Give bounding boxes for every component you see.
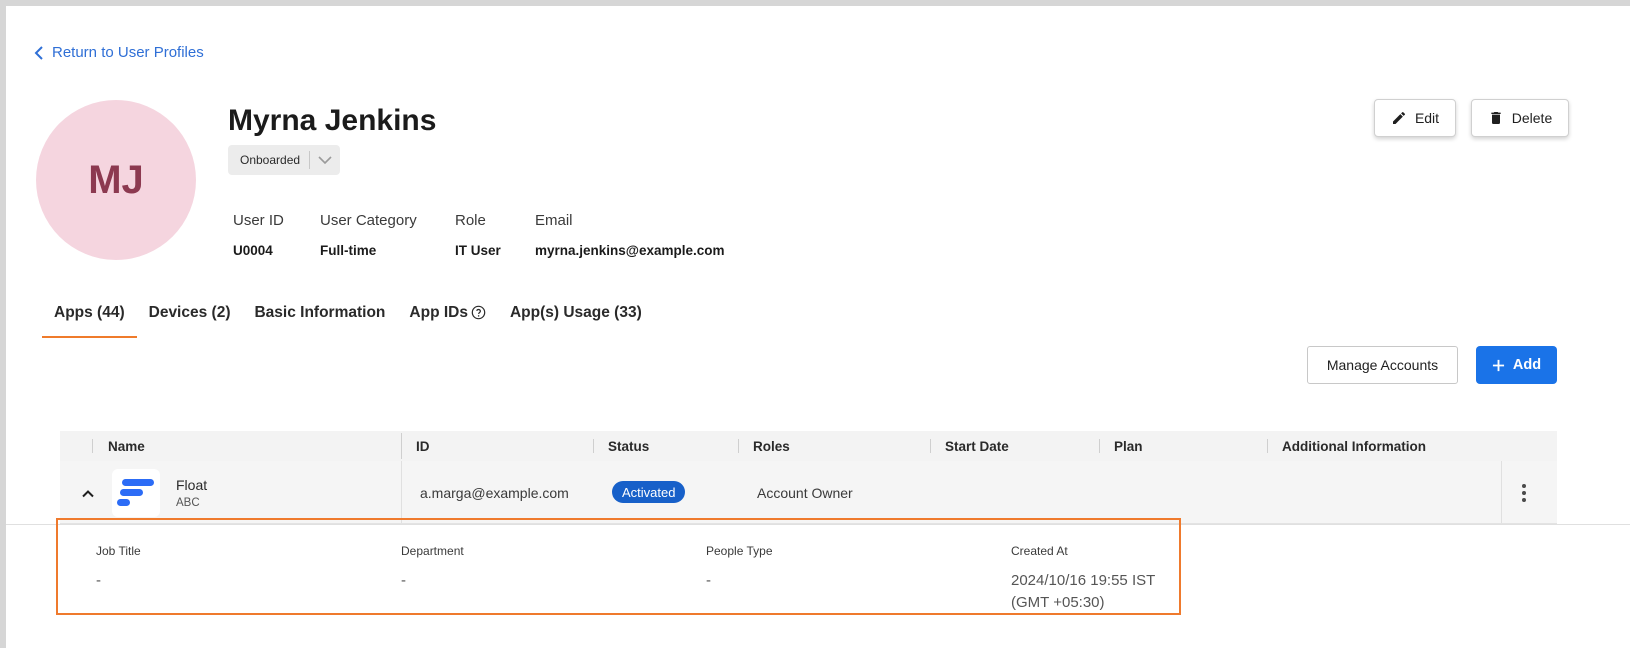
edit-button[interactable]: Edit (1374, 99, 1456, 137)
user-category-label: User Category (320, 212, 417, 229)
plus-icon (1492, 359, 1504, 371)
created-at-timezone: (GMT +05:30) (1011, 594, 1105, 611)
status-badge-label: Activated (622, 484, 676, 500)
add-button-label: Add (1512, 357, 1542, 373)
user-id-value: U0004 (233, 243, 273, 258)
row-column-divider (401, 461, 402, 523)
department-value: - (401, 572, 406, 589)
column-separator (1099, 439, 1100, 453)
tab-basic-information[interactable]: Basic Information (242, 294, 397, 338)
status-dropdown-value: Onboarded (240, 153, 301, 167)
more-vertical-icon (1522, 484, 1526, 502)
department-label: Department (401, 544, 464, 558)
column-header-name[interactable]: Name (108, 431, 145, 461)
column-separator (401, 433, 402, 459)
role-value: IT User (455, 243, 501, 258)
manage-accounts-button[interactable]: Manage Accounts (1307, 346, 1458, 384)
tab-app-usage[interactable]: App(s) Usage (33) (498, 294, 654, 338)
created-at-datetime: 2024/10/16 19:55 IST (1011, 572, 1156, 589)
tab-label: Basic Information (254, 304, 386, 321)
column-separator (930, 439, 931, 453)
avatar: MJ (36, 100, 196, 260)
user-id-label: User ID (233, 212, 284, 229)
app-logo (112, 469, 160, 517)
email-label: Email (535, 212, 573, 229)
column-separator (593, 439, 594, 453)
column-separator (738, 439, 739, 453)
tab-app-ids[interactable]: App IDs (397, 294, 498, 338)
column-header-id[interactable]: ID (416, 431, 430, 461)
created-at-label: Created At (1011, 544, 1068, 558)
status-badge: Activated (612, 481, 686, 503)
pencil-icon (1392, 111, 1405, 124)
table-header: Name ID Status Roles Start Date Plan Add… (60, 431, 1557, 461)
people-type-label: People Type (706, 544, 773, 558)
chevron-up-icon (82, 489, 94, 497)
trash-icon (1491, 112, 1501, 124)
tab-devices[interactable]: Devices (2) (137, 294, 243, 338)
job-title-label: Job Title (96, 544, 141, 558)
email-value: myrna.jenkins@example.com (535, 243, 725, 258)
column-header-status[interactable]: Status (608, 431, 649, 461)
status-dropdown[interactable]: Onboarded (228, 145, 340, 175)
back-link-label: Return to User Profiles (52, 44, 204, 61)
row-column-divider (1501, 461, 1502, 523)
tab-apps[interactable]: Apps (44) (42, 294, 137, 338)
created-at-value: 2024/10/16 19:55 IST (GMT +05:30) (1011, 570, 1155, 614)
column-header-plan[interactable]: Plan (1114, 431, 1143, 461)
row-actions-button[interactable] (1512, 479, 1536, 507)
role-label: Role (455, 212, 486, 229)
app-window: Return to User Profiles MJ Myrna Jenkins… (6, 6, 1630, 648)
back-to-user-profiles-link[interactable]: Return to User Profiles (34, 44, 204, 61)
dropdown-separator (309, 151, 311, 169)
tab-label: Apps (44) (54, 304, 125, 321)
table-row[interactable]: Float ABC a.marga@example.com Activated … (60, 461, 1557, 524)
user-category-value: Full-time (320, 243, 377, 258)
roles-cell: Account Owner (757, 485, 853, 501)
manage-accounts-label: Manage Accounts (1326, 357, 1439, 373)
collapse-row-button[interactable] (78, 483, 98, 503)
edit-button-label: Edit (1414, 110, 1440, 126)
delete-button[interactable]: Delete (1471, 99, 1569, 137)
chevron-down-icon (318, 156, 332, 165)
avatar-initials: MJ (88, 157, 144, 202)
job-title-value: - (96, 572, 101, 589)
chevron-left-icon (34, 45, 43, 60)
app-subtitle: ABC (176, 497, 200, 509)
column-header-roles[interactable]: Roles (753, 431, 790, 461)
column-header-start-date[interactable]: Start Date (945, 431, 1009, 461)
account-id-cell: a.marga@example.com (420, 485, 569, 501)
tab-label: App IDs (409, 304, 468, 321)
column-header-additional-information[interactable]: Additional Information (1282, 431, 1426, 461)
app-name: Float (176, 477, 208, 493)
tab-bar: Apps (44) Devices (2) Basic Information … (42, 294, 654, 338)
help-circle-icon[interactable] (471, 305, 486, 320)
delete-button-label: Delete (1511, 110, 1553, 126)
column-separator (1267, 439, 1268, 453)
float-logo-icon (117, 479, 154, 506)
tab-label: App(s) Usage (33) (509, 304, 642, 321)
tab-label: Devices (2) (148, 304, 231, 321)
column-separator (92, 439, 93, 453)
page-title: Myrna Jenkins (228, 104, 437, 137)
add-button[interactable]: Add (1476, 346, 1557, 384)
people-type-value: - (706, 572, 711, 589)
